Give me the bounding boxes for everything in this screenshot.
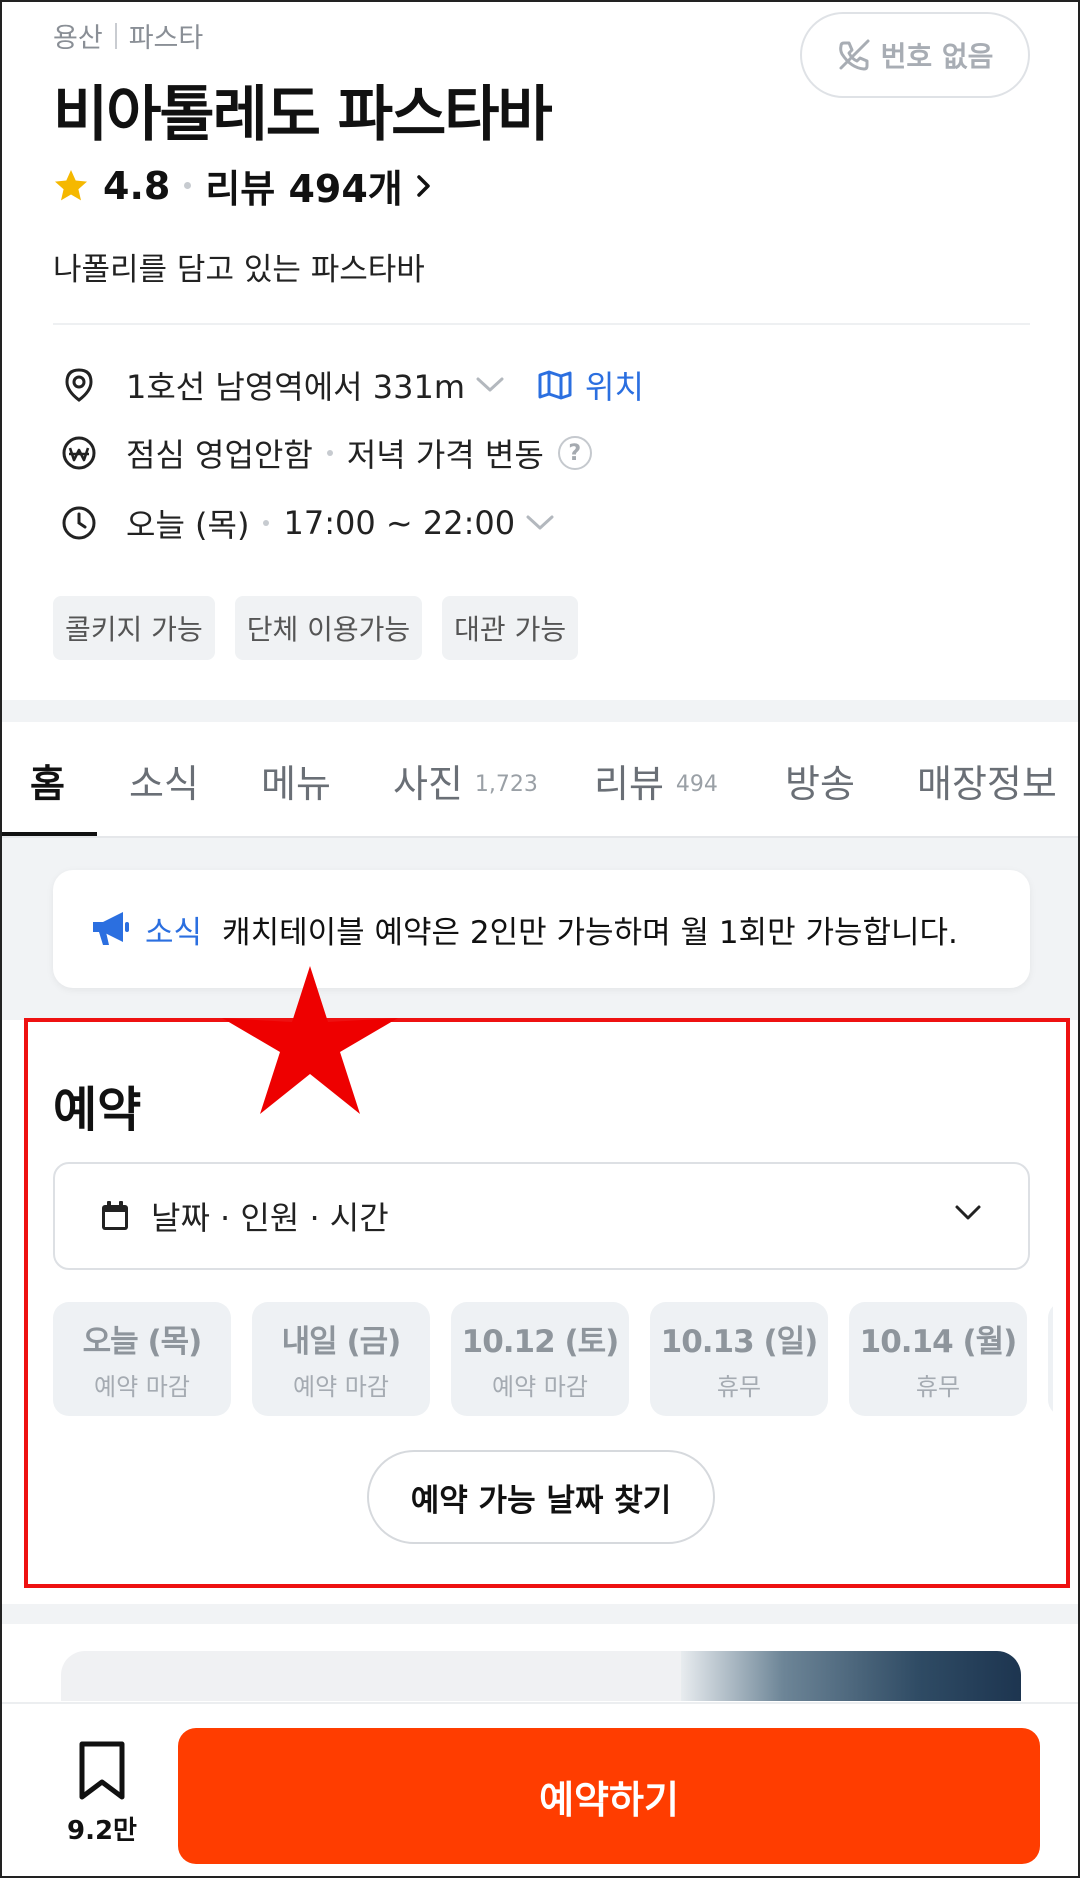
- no-phone-label: 번호 없음: [880, 40, 994, 73]
- review-count: 리뷰 494개: [205, 167, 403, 211]
- tab-reviews-count: 494: [675, 771, 718, 797]
- tab-bar: 홈 소식 메뉴 사진 1,723 리뷰 494 방송 매장정보: [0, 722, 1080, 838]
- reservation-dropdown[interactable]: 날짜 · 인원 · 시간: [53, 1162, 1030, 1270]
- hours-time: 17:00 ~ 22:00: [283, 504, 516, 542]
- star-icon: [55, 169, 87, 200]
- dropdown-label: 날짜 · 인원 · 시간: [151, 1199, 389, 1237]
- phone-off-icon: [838, 39, 870, 71]
- separator-dot: [326, 450, 333, 456]
- tab-store-info[interactable]: 매장정보: [917, 722, 1057, 838]
- help-icon[interactable]: ?: [557, 436, 592, 470]
- won-icon: [60, 434, 98, 472]
- chevron-down-icon[interactable]: [525, 513, 555, 533]
- tag-group: 단체 이용가능: [234, 596, 423, 660]
- lunch-text: 점심 영업안함: [126, 436, 313, 474]
- price-row: 점심 영업안함 저녁 가격 변동 ?: [60, 430, 592, 476]
- section-gap: [0, 1604, 1080, 1624]
- tab-news[interactable]: 소식: [129, 722, 199, 838]
- date-chip[interactable]: 10.13 (일) 휴무: [650, 1302, 828, 1416]
- map-icon: [538, 370, 572, 400]
- location-pin-icon: [60, 366, 98, 404]
- notice-label: 소식: [145, 914, 203, 951]
- date-chip-row: 오늘 (목) 예약 마감 내일 (금) 예약 마감 10.12 (토) 예약 마감 1…: [53, 1302, 1053, 1418]
- tab-photos[interactable]: 사진 1,723: [393, 722, 538, 838]
- distance-text: 1호선 남영역에서 331m: [126, 368, 466, 406]
- rating-row[interactable]: 4.8 리뷰 494개: [53, 158, 433, 213]
- notice-text: 캐치테이블 예약은 2인만 가능하며 월 1회만 가능합니다.: [222, 914, 958, 951]
- rating-value: 4.8: [103, 163, 171, 208]
- reservation-title: 예약: [53, 1082, 142, 1138]
- bookmark-button[interactable]: 9.2만: [62, 1740, 142, 1847]
- tag-rental: 대관 가능: [442, 596, 579, 660]
- date-chip[interactable]: 내일 (금) 예약 마감: [252, 1302, 430, 1416]
- store-name: 비아톨레도 파스타바: [53, 80, 553, 150]
- breadcrumb-category[interactable]: 파스타: [129, 16, 204, 55]
- breadcrumb-area[interactable]: 용산: [53, 16, 103, 55]
- chevron-down-icon: [955, 1205, 981, 1220]
- no-phone-button[interactable]: 번호 없음: [800, 12, 1030, 98]
- separator-dot: [184, 182, 192, 189]
- section-gap: [0, 700, 1080, 722]
- notice-card[interactable]: 소식 캐치테이블 예약은 2인만 가능하며 월 1회만 가능합니다.: [53, 870, 1030, 988]
- bookmark-count: 9.2만: [67, 1816, 137, 1846]
- separator-dot: [263, 520, 270, 526]
- store-header: 용산 파스타 번호 없음 비아톨레도 파스타바 4.8 리뷰 494개 나폴리를…: [0, 0, 1080, 700]
- tab-photos-count: 1,723: [474, 771, 538, 797]
- location-link-label: 위치: [585, 368, 644, 406]
- reserve-button[interactable]: 예약하기: [178, 1728, 1040, 1864]
- tab-menu[interactable]: 메뉴: [261, 722, 331, 838]
- calendar-icon: [102, 1201, 128, 1230]
- tab-home[interactable]: 홈: [30, 722, 65, 838]
- amenity-tags: 콜키지 가능 단체 이용가능 대관 가능: [53, 596, 598, 660]
- tab-broadcast[interactable]: 방송: [785, 722, 855, 838]
- breadcrumb: 용산 파스타: [53, 16, 203, 55]
- location-row: 1호선 남영역에서 331m 위치: [60, 362, 644, 408]
- location-link[interactable]: 위치: [537, 362, 644, 408]
- promo-image: [681, 1651, 1021, 1701]
- chevron-right-icon: [417, 174, 430, 197]
- hours-row: 오늘 (목) 17:00 ~ 22:00: [60, 500, 555, 546]
- active-tab-indicator: [0, 832, 97, 836]
- date-chip-partial[interactable]: [1048, 1302, 1053, 1416]
- store-tagline: 나폴리를 담고 있는 파스타바: [53, 252, 425, 288]
- red-star-annotation-icon: [222, 966, 398, 1114]
- dinner-price-text: 저녁 가격 변동: [346, 436, 544, 474]
- section-divider: [53, 323, 1030, 325]
- breadcrumb-separator: [114, 22, 117, 49]
- date-chip[interactable]: 10.12 (토) 예약 마감: [451, 1302, 629, 1416]
- find-available-date-button[interactable]: 예약 가능 날짜 찾기: [367, 1450, 715, 1544]
- chevron-down-icon[interactable]: [475, 375, 505, 395]
- date-chip[interactable]: 10.14 (월) 휴무: [849, 1302, 1027, 1416]
- clock-icon: [60, 504, 98, 542]
- tab-reviews[interactable]: 리뷰 494: [594, 722, 718, 838]
- tag-corkage: 콜키지 가능: [53, 596, 215, 660]
- hours-day: 오늘 (목): [126, 506, 250, 544]
- bookmark-icon: [79, 1741, 125, 1800]
- megaphone-icon: [93, 912, 129, 945]
- date-chip[interactable]: 오늘 (목) 예약 마감: [53, 1302, 231, 1416]
- promo-banner[interactable]: [61, 1651, 1021, 1701]
